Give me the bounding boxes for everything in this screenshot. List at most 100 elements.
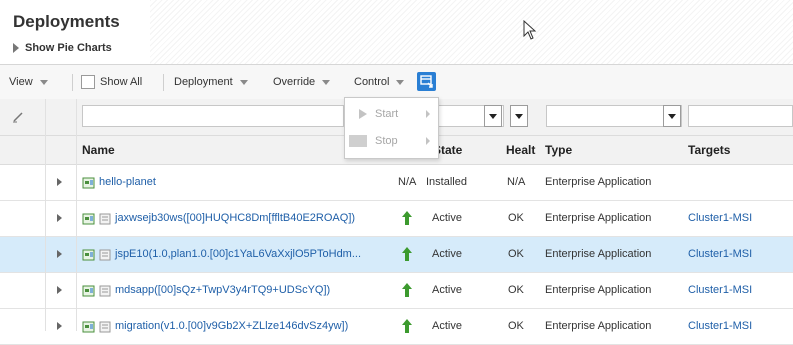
page-title: Deployments xyxy=(13,12,120,31)
targets-link[interactable]: Cluster1-MSI xyxy=(688,201,752,236)
application-icon xyxy=(82,213,95,224)
deployment-label: Deployment xyxy=(174,76,233,88)
targets-link[interactable]: Cluster1-MSI xyxy=(688,273,752,308)
name-filter-input[interactable] xyxy=(82,105,344,127)
chevron-down-icon xyxy=(239,79,248,85)
state-cell: Active xyxy=(432,248,462,260)
deployment-name-link[interactable]: jspE10(1.0,plan1.0.[00]c1YaL6VaXxjlO5PTo… xyxy=(115,237,361,272)
application-icon xyxy=(82,249,95,260)
detach-table-button[interactable] xyxy=(417,72,436,91)
table-row[interactable]: mdsapp([00]sQz+TwpV3y4rTQ9+UDScYQ]) Acti… xyxy=(0,273,793,309)
show-pie-charts-toggle[interactable]: Show Pie Charts xyxy=(13,42,112,54)
name-cell: migration(v1.0.[00]v9Gb2X+ZLlze146dvSz4y… xyxy=(82,309,348,344)
expand-row-icon[interactable] xyxy=(57,286,62,294)
override-label: Override xyxy=(273,76,316,88)
header-pattern xyxy=(150,0,793,64)
stop-icon xyxy=(349,134,367,147)
expand-row-icon[interactable] xyxy=(57,250,62,258)
control-dropdown-menu: Start Stop xyxy=(344,97,439,159)
view-label: View xyxy=(9,76,33,88)
type-filter-select[interactable] xyxy=(546,105,682,127)
health-cell: OK xyxy=(508,320,524,332)
name-cell: jspE10(1.0,plan1.0.[00]c1YaL6VaXxjlO5PTo… xyxy=(82,237,361,272)
health-cell: OK xyxy=(508,284,524,296)
column-divider xyxy=(76,99,77,331)
menu-item-start-label: Start xyxy=(375,107,399,120)
toolbar: View Show All Deployment Override Contro… xyxy=(0,64,793,100)
page-header: Deployments Show Pie Charts xyxy=(0,0,793,64)
type-cell: Enterprise Application xyxy=(545,320,652,332)
column-header-health[interactable]: Healt xyxy=(506,136,535,164)
expand-row-icon[interactable] xyxy=(57,178,62,186)
deployment-name-link[interactable]: migration(v1.0.[00]v9Gb2X+ZLlze146dvSz4y… xyxy=(115,309,348,344)
health-cell: OK xyxy=(508,212,524,224)
checkbox-icon[interactable] xyxy=(81,75,95,89)
state-cell: Active xyxy=(432,212,462,224)
expand-row-icon[interactable] xyxy=(57,322,62,330)
green-up-arrow-icon xyxy=(402,283,412,297)
table-row[interactable]: hello-planet N/A Installed N/A Enterpris… xyxy=(0,165,793,201)
state-cell: Installed xyxy=(426,176,467,188)
type-filter-dropdown[interactable] xyxy=(663,105,681,127)
health-cell: N/A xyxy=(507,176,526,188)
health-filter-dropdown[interactable] xyxy=(510,105,528,127)
type-cell: Enterprise Application xyxy=(545,176,652,188)
targets-link[interactable]: Cluster1-MSI xyxy=(688,237,752,272)
mouse-pointer-icon xyxy=(523,20,537,40)
green-up-arrow-icon xyxy=(402,247,412,261)
document-icon xyxy=(99,213,111,224)
document-icon xyxy=(99,249,111,260)
toolbar-separator xyxy=(163,74,164,91)
chevron-down-icon xyxy=(322,79,331,85)
submenu-arrow-icon xyxy=(426,110,430,118)
column-header-type[interactable]: Type xyxy=(545,136,572,164)
state-cell: Active xyxy=(432,284,462,296)
type-cell: Enterprise Application xyxy=(545,284,652,296)
control-menu[interactable]: Control xyxy=(354,65,405,99)
green-up-arrow-icon xyxy=(402,211,412,225)
show-all-checkbox[interactable]: Show All xyxy=(81,65,142,99)
state-cell: Active xyxy=(432,320,462,332)
state-filter-dropdown[interactable] xyxy=(484,105,502,127)
name-cell: jaxwsejb30ws([00]HUQHC8Dm[ffltB40E2ROAQ]… xyxy=(82,201,355,236)
deployment-name-link[interactable]: hello-planet xyxy=(99,165,156,200)
chevron-down-icon xyxy=(396,79,405,85)
type-cell: Enterprise Application xyxy=(545,212,652,224)
menu-item-stop-label: Stop xyxy=(375,134,398,147)
application-icon xyxy=(82,285,95,296)
table-row[interactable]: jaxwsejb30ws([00]HUQHC8Dm[ffltB40E2ROAQ]… xyxy=(0,201,793,237)
name-cell: hello-planet xyxy=(82,165,156,200)
health-cell: OK xyxy=(508,248,524,260)
column-divider xyxy=(45,99,46,331)
override-menu[interactable]: Override xyxy=(273,65,331,99)
name-cell: mdsapp([00]sQz+TwpV3y4rTQ9+UDScYQ]) xyxy=(82,273,330,308)
menu-item-start[interactable]: Start xyxy=(345,101,438,126)
status-text: N/A xyxy=(398,176,417,188)
targets-link[interactable]: Cluster1-MSI xyxy=(688,309,752,344)
toolbar-separator xyxy=(72,74,73,91)
view-menu[interactable]: View xyxy=(9,65,48,99)
column-header-name[interactable]: Name xyxy=(82,136,115,164)
table-row-selected[interactable]: jspE10(1.0,plan1.0.[00]c1YaL6VaXxjlO5PTo… xyxy=(0,237,793,273)
green-up-arrow-icon xyxy=(402,319,412,333)
show-pie-charts-label: Show Pie Charts xyxy=(25,42,112,54)
start-icon xyxy=(359,108,367,119)
clear-filter-icon[interactable] xyxy=(12,111,24,123)
deployment-menu[interactable]: Deployment xyxy=(174,65,248,99)
document-icon xyxy=(99,285,111,296)
control-label: Control xyxy=(354,76,390,88)
chevron-down-icon xyxy=(39,79,48,85)
application-icon xyxy=(82,177,95,188)
column-header-targets[interactable]: Targets xyxy=(688,136,730,164)
type-cell: Enterprise Application xyxy=(545,248,652,260)
expand-row-icon[interactable] xyxy=(57,214,62,222)
show-all-label: Show All xyxy=(100,76,143,88)
submenu-arrow-icon xyxy=(426,137,430,145)
disclosure-triangle-icon xyxy=(13,43,19,53)
deployment-name-link[interactable]: jaxwsejb30ws([00]HUQHC8Dm[ffltB40E2ROAQ]… xyxy=(115,201,355,236)
detach-icon xyxy=(420,75,433,88)
deployment-name-link[interactable]: mdsapp([00]sQz+TwpV3y4rTQ9+UDScYQ]) xyxy=(115,273,330,308)
menu-item-stop[interactable]: Stop xyxy=(345,128,438,153)
targets-filter-input[interactable] xyxy=(688,105,793,127)
table-row[interactable]: migration(v1.0.[00]v9Gb2X+ZLlze146dvSz4y… xyxy=(0,309,793,345)
